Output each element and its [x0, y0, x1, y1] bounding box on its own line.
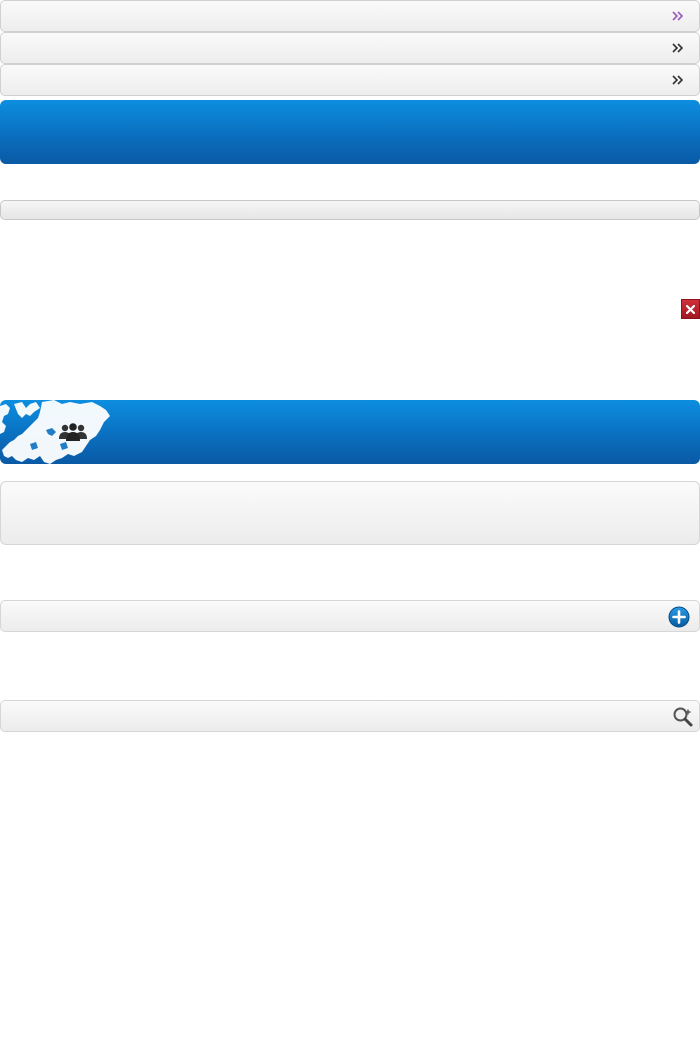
- europe-map-icon: [0, 400, 110, 464]
- nav-item-2[interactable]: [0, 32, 700, 64]
- double-chevron-right-icon: [672, 11, 684, 21]
- community-banner: [0, 400, 700, 464]
- nav-item-3[interactable]: [0, 64, 700, 96]
- double-chevron-right-icon: [672, 75, 684, 85]
- progress-bar: [0, 200, 700, 220]
- nav-item-1[interactable]: [0, 0, 700, 32]
- people-group-icon: [59, 423, 87, 441]
- close-icon: [686, 304, 695, 314]
- plus-circle-icon[interactable]: [668, 606, 690, 628]
- double-chevron-right-icon: [672, 43, 684, 53]
- zoom-in-icon[interactable]: [672, 706, 694, 728]
- close-button[interactable]: [681, 299, 700, 319]
- add-row[interactable]: [0, 600, 700, 632]
- content-panel: [0, 481, 700, 545]
- search-row[interactable]: [0, 700, 700, 732]
- header-banner: [0, 100, 700, 164]
